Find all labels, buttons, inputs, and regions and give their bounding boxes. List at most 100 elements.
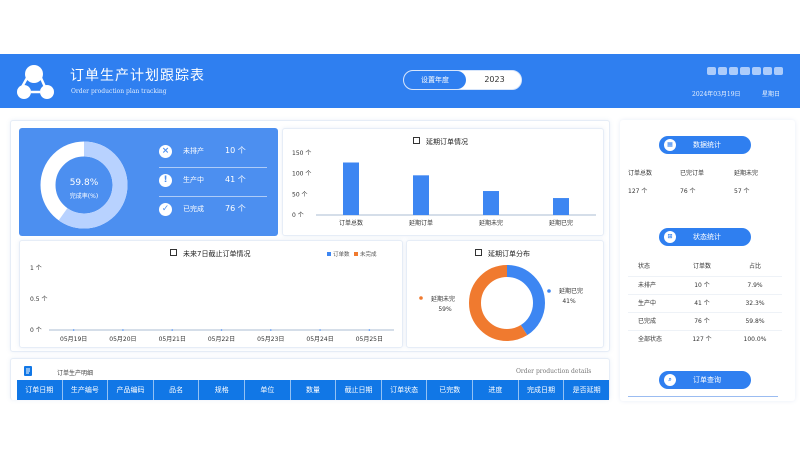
page-title: 订单生产计划跟踪表 — [70, 68, 205, 84]
column-progress[interactable]: 进度 — [473, 380, 519, 400]
completion-summary-card: 59.8% 完成率(%) × 未排产 10 个 ! 生产中 41 个 ✓ 已完成… — [19, 128, 278, 236]
column-deadline[interactable]: 截止日期 — [336, 380, 382, 400]
column-finish-date[interactable]: 完成日期 — [519, 380, 565, 400]
status-divider — [159, 196, 267, 197]
exclamation-icon: ! — [159, 174, 172, 187]
data-value-delayed-open: 57 个 — [734, 188, 750, 195]
distribution-label-open: 延期未完 — [431, 295, 455, 303]
column-quantity[interactable]: 数量 — [291, 380, 337, 400]
document-icon — [24, 366, 32, 376]
next7-point — [171, 329, 174, 331]
dashboard-page: 订单生产计划跟踪表 Order production plan tracking… — [0, 0, 800, 453]
next7-point — [220, 329, 223, 331]
data-value-total: 127 个 — [628, 188, 648, 195]
delay-category-label: 延期订单 — [409, 219, 433, 227]
distribution-percent-done: 41% — [562, 298, 576, 305]
year-selector[interactable]: 设置年度 2023 — [403, 70, 522, 90]
next7-date-label: 05月24日 — [306, 336, 333, 343]
legend-order-count-marker — [327, 252, 331, 256]
distribution-donut-chart: 延期已完 41% 延期未完 59% — [419, 265, 583, 341]
distribution-percent-open: 59% — [438, 306, 452, 313]
order-query-label: 订单查询 — [693, 376, 721, 384]
data-value-completed: 76 个 — [680, 188, 696, 195]
status-row-ratio: 32.3% — [745, 300, 765, 307]
details-english-title: Order production details — [516, 368, 592, 375]
x-circle-icon: × — [159, 145, 172, 158]
page-subtitle: Order production plan tracking — [71, 88, 167, 95]
next7-y-tick: 1 个 — [30, 265, 42, 272]
status-production-row: ! 生产中 41 个 — [159, 169, 267, 197]
next7-y-tick: 0.5 个 — [30, 296, 47, 303]
status-completed-value: 76 个 — [225, 204, 246, 213]
status-header-ratio: 占比 — [748, 263, 761, 270]
data-statistics-button[interactable]: ▦ 数据统计 — [659, 136, 751, 154]
column-order-date[interactable]: 订单日期 — [17, 380, 63, 400]
next7-point — [368, 329, 371, 331]
column-product-code[interactable]: 产品编码 — [108, 380, 154, 400]
completion-label: 完成率(%) — [70, 192, 98, 200]
order-query-button[interactable]: ⌕ 订单查询 — [659, 371, 751, 389]
delay-y-tick: 0 个 — [292, 212, 304, 219]
status-row-ratio: 7.9% — [747, 282, 763, 289]
status-row-ratio: 100.0% — [743, 336, 767, 343]
delay-category-label: 订单总数 — [339, 219, 363, 227]
status-production-label: 生产中 — [183, 176, 204, 184]
column-completed-count[interactable]: 已完数 — [427, 380, 474, 400]
status-row-label: 未排产 — [638, 282, 657, 289]
column-spec[interactable]: 规格 — [199, 380, 246, 400]
column-delayed[interactable]: 是否延期 — [564, 380, 609, 400]
status-row-label: 生产中 — [638, 300, 657, 307]
status-unscheduled-value: 10 个 — [225, 146, 246, 155]
grid-icon: ⊞ — [664, 231, 676, 243]
check-icon: ✓ — [159, 203, 172, 216]
status-unscheduled-label: 未排产 — [183, 147, 204, 155]
status-completed-label: 已完成 — [183, 205, 204, 213]
status-row-label: 已完成 — [638, 318, 657, 325]
delay-category-label: 延期已完 — [549, 219, 573, 227]
next7-date-label: 05月21日 — [159, 336, 186, 343]
legend-unfinished: 未完成 — [360, 250, 377, 258]
delay-y-tick: 150 个 — [292, 150, 311, 157]
delay-bar — [413, 175, 429, 215]
column-product-name[interactable]: 品名 — [154, 380, 200, 400]
column-unit[interactable]: 单位 — [245, 380, 291, 400]
legend-unfinished-marker — [354, 252, 358, 256]
status-row-count: 41 个 — [694, 300, 710, 307]
status-header-count: 订单数 — [692, 263, 711, 270]
delay-y-tick: 50 个 — [292, 191, 308, 198]
distribution-panel: 延期订单分布 延期已完 41% 延期未完 59% — [406, 240, 604, 348]
next7-date-label: 05月23日 — [257, 336, 284, 343]
delay-bar — [483, 191, 499, 215]
status-statistics-label: 状态统计 — [693, 233, 721, 241]
status-statistics-table: 状态 订单数 占比 未排产 10 个 7.9% 生产中 41 个 32.3% 已… — [628, 258, 782, 348]
query-divider — [628, 396, 778, 400]
next7-date-label: 05月22日 — [208, 336, 235, 343]
delay-bar — [343, 162, 359, 215]
next7-y-tick: 0 个 — [30, 327, 42, 334]
status-table-row: 未排产 10 个 7.9% — [628, 276, 782, 294]
column-production-number[interactable]: 生产编号 — [63, 380, 109, 400]
data-statistics-grid: 订单总数 已完订单 延期未完 127 个 76 个 57 个 — [628, 165, 788, 201]
column-order-status[interactable]: 订单状态 — [382, 380, 428, 400]
status-table-header: 状态 订单数 占比 — [628, 258, 782, 276]
logo-icon — [17, 65, 54, 99]
status-statistics-button[interactable]: ⊞ 状态统计 — [659, 228, 751, 246]
status-unscheduled-row: × 未排产 10 个 — [159, 140, 267, 168]
status-row-count: 76 个 — [694, 318, 710, 325]
data-header-delayed-open: 延期未完 — [734, 170, 759, 177]
next7-point — [122, 329, 124, 331]
year-label-button[interactable]: 设置年度 — [404, 71, 466, 89]
status-row-ratio: 59.8% — [745, 318, 765, 325]
chart-icon: ▦ — [664, 139, 676, 151]
next7-point — [319, 329, 321, 331]
delay-y-tick: 100 个 — [292, 171, 311, 178]
data-header-completed: 已完订单 — [680, 170, 705, 177]
search-icon: ⌕ — [664, 374, 676, 386]
year-value: 2023 — [484, 75, 505, 84]
data-header-total: 订单总数 — [628, 170, 653, 177]
current-weekday: 星期日 — [762, 91, 781, 98]
status-row-count: 127 个 — [692, 336, 712, 343]
details-table-header: 订单日期 生产编号 产品编码 品名 规格 单位 数量 截止日期 订单状态 已完数… — [17, 380, 609, 400]
blurred-user-info — [707, 67, 783, 75]
distribution-legend-marker-open — [419, 296, 423, 300]
